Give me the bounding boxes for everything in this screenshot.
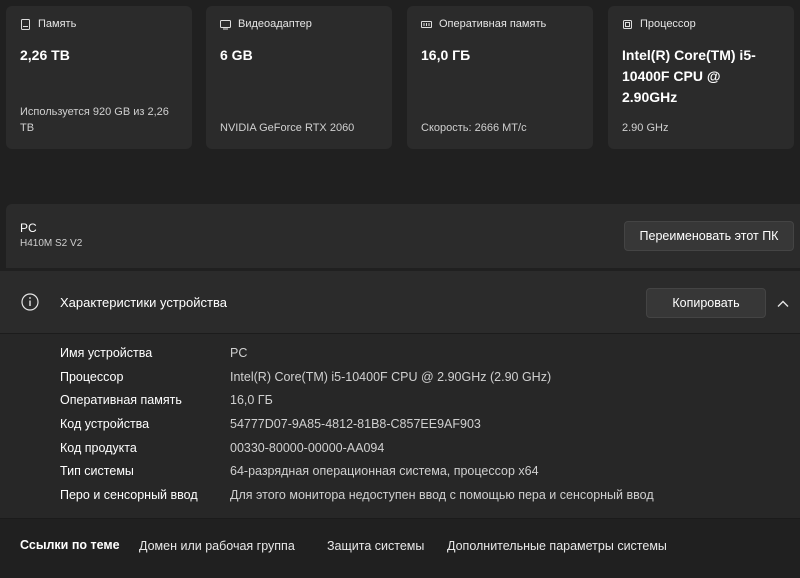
related-links-label: Ссылки по теме: [20, 538, 120, 552]
hardware-cards: Память 2,26 TB Используется 920 GB из 2,…: [6, 6, 800, 149]
spec-row: Код продукта 00330-80000-00000-AA094: [0, 441, 800, 461]
gpu-icon: [220, 19, 231, 30]
spec-value: Intel(R) Core(TM) i5-10400F CPU @ 2.90GH…: [230, 370, 552, 384]
storage-card-value: 2,26 TB: [20, 47, 70, 63]
ram-card-value: 16,0 ГБ: [421, 47, 471, 63]
spec-value: 64-разрядная операционная система, проце…: [230, 464, 539, 478]
copy-button[interactable]: Копировать: [646, 288, 766, 318]
ram-card: Оперативная память 16,0 ГБ Скорость: 266…: [407, 6, 593, 149]
spec-key: Процессор: [60, 370, 124, 384]
spec-value: PC: [230, 346, 248, 360]
device-specs-list: Имя устройства PC Процессор Intel(R) Cor…: [0, 334, 800, 518]
gpu-card-title: Видеоадаптер: [238, 18, 312, 30]
storage-card-title: Память: [38, 18, 77, 30]
spec-row: Процессор Intel(R) Core(TM) i5-10400F CP…: [0, 370, 800, 390]
cpu-icon: [622, 19, 633, 30]
spec-value: 00330-80000-00000-AA094: [230, 441, 385, 455]
gpu-card: Видеоадаптер 6 GB NVIDIA GeForce RTX 206…: [206, 6, 392, 149]
rename-pc-button[interactable]: Переименовать этот ПК: [624, 221, 794, 251]
device-specs-header[interactable]: Характеристики устройства Копировать: [0, 271, 800, 334]
storage-card: Память 2,26 TB Используется 920 GB из 2,…: [6, 6, 192, 149]
spec-row: Оперативная память 16,0 ГБ: [0, 393, 800, 413]
link-advanced-system-settings[interactable]: Дополнительные параметры системы: [447, 539, 667, 553]
ram-card-title: Оперативная память: [439, 18, 547, 30]
spec-row: Перо и сенсорный ввод Для этого монитора…: [0, 488, 800, 508]
storage-icon: [20, 18, 31, 30]
info-icon: [21, 293, 39, 311]
spec-value: 54777D07-9A85-4812-81B8-C857EE9AF903: [230, 417, 481, 431]
pc-name-row: PC H410M S2 V2 Переименовать этот ПК: [6, 204, 800, 268]
cpu-card-sub: 2.90 GHz: [622, 122, 669, 134]
related-links: Ссылки по теме Домен или рабочая группа …: [0, 518, 800, 578]
storage-card-sub: Используется 920 GB из 2,26 TB: [20, 106, 169, 134]
pc-model: H410M S2 V2: [20, 238, 83, 249]
spec-row: Тип системы 64-разрядная операционная си…: [0, 464, 800, 484]
cpu-card: Процессор Intel(R) Core(TM) i5-10400F CP…: [608, 6, 794, 149]
spec-key: Код продукта: [60, 441, 137, 455]
chevron-up-icon[interactable]: [776, 296, 790, 307]
spec-key: Тип системы: [60, 464, 134, 478]
spec-key: Имя устройства: [60, 346, 153, 360]
gpu-card-sub: NVIDIA GeForce RTX 2060: [220, 122, 355, 134]
spec-key: Перо и сенсорный ввод: [60, 488, 198, 502]
spec-row: Имя устройства PC: [0, 346, 800, 366]
spec-key: Код устройства: [60, 417, 150, 431]
cpu-card-title: Процессор: [640, 18, 696, 30]
pc-name: PC: [20, 221, 37, 235]
device-specs-title: Характеристики устройства: [60, 295, 227, 310]
link-system-protection[interactable]: Защита системы: [327, 539, 424, 553]
ram-card-sub: Скорость: 2666 MT/c: [421, 122, 527, 134]
spec-value: 16,0 ГБ: [230, 393, 273, 407]
ram-icon: [421, 19, 432, 30]
link-domain-workgroup[interactable]: Домен или рабочая группа: [139, 539, 295, 553]
gpu-card-value: 6 GB: [220, 47, 253, 63]
spec-value: Для этого монитора недоступен ввод с пом…: [230, 488, 654, 502]
spec-row: Код устройства 54777D07-9A85-4812-81B8-C…: [0, 417, 800, 437]
cpu-card-value: Intel(R) Core(TM) i5-10400F CPU @ 2.90GH…: [622, 47, 756, 105]
spec-key: Оперативная память: [60, 393, 182, 407]
